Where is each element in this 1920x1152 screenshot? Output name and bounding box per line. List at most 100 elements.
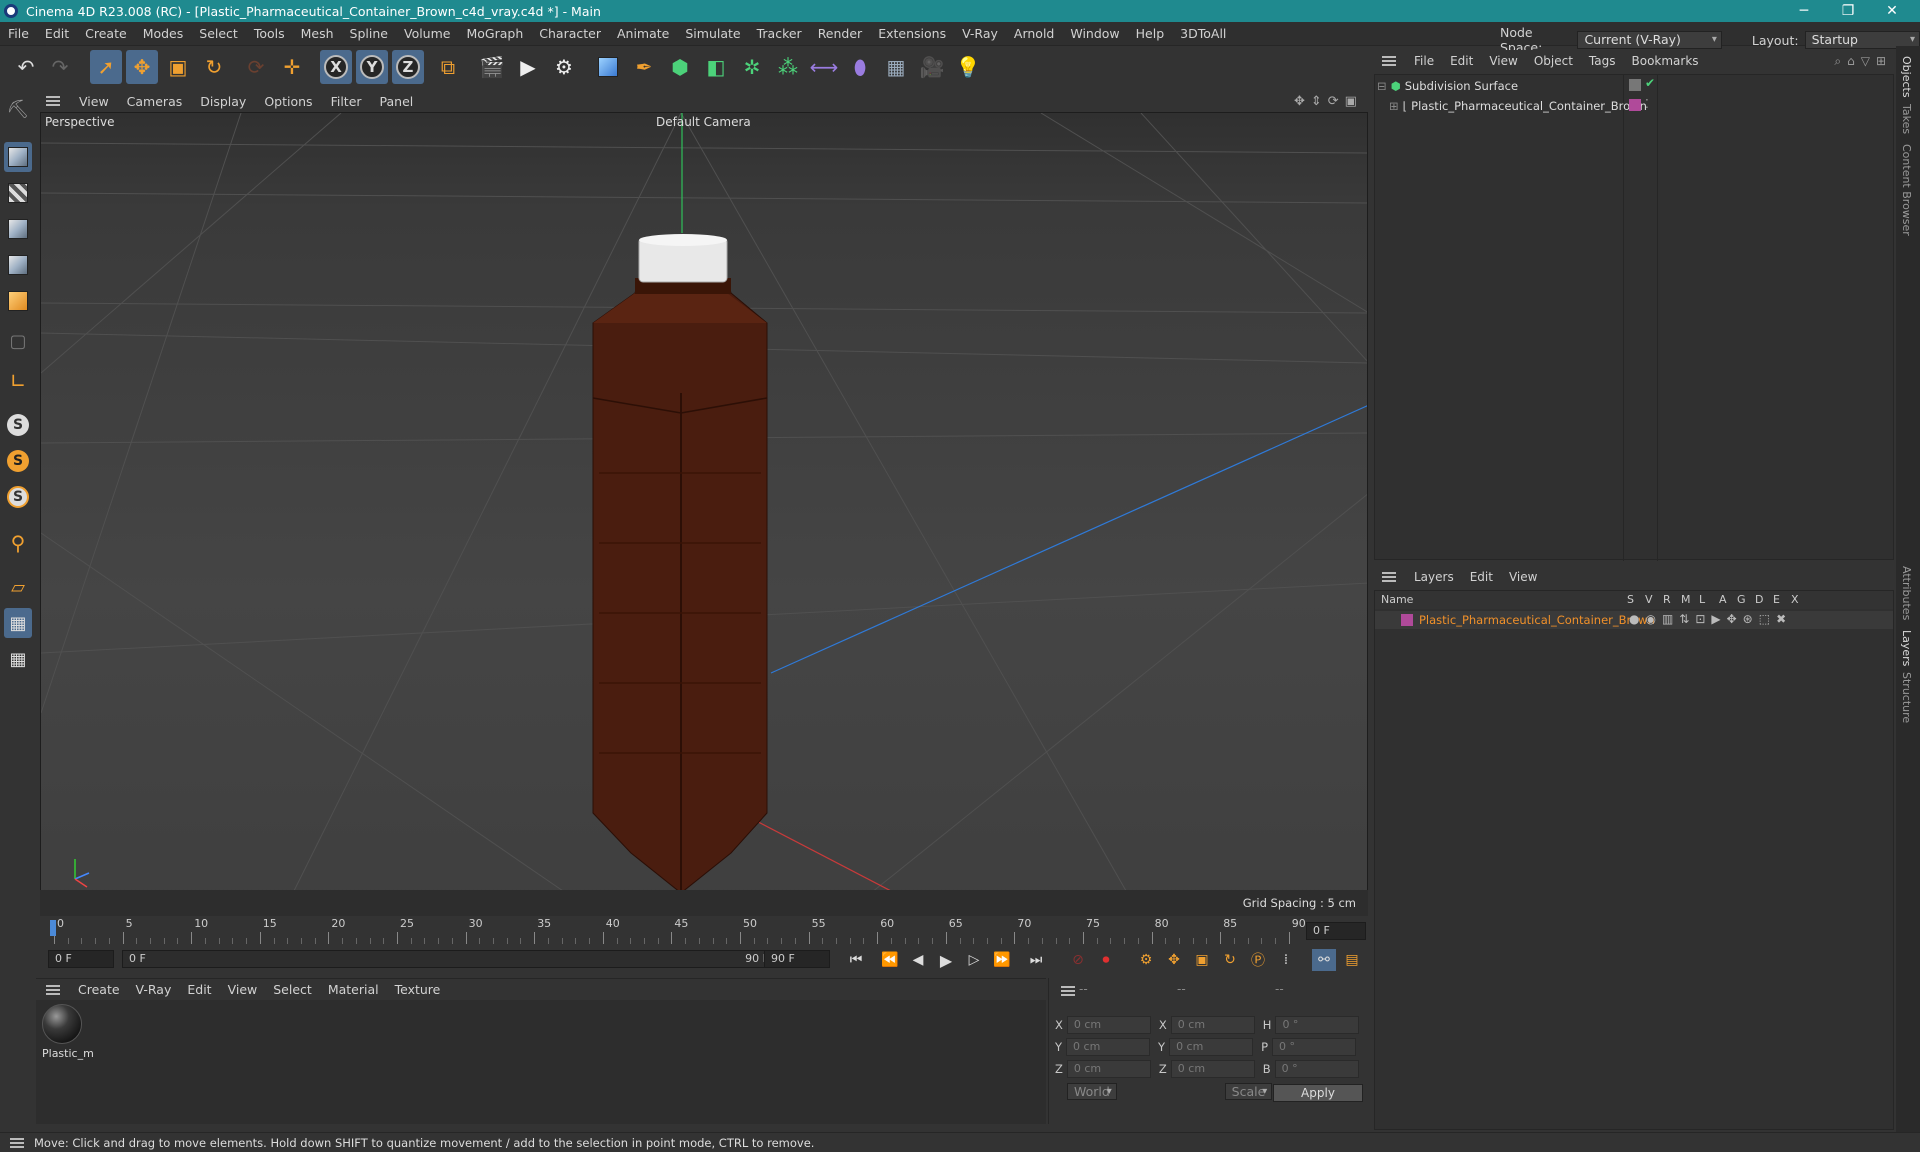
tree-row[interactable]: ⊞ ⌊ Plastic_Pharmaceutical_Container_Bro… bbox=[1389, 99, 1647, 113]
minimize-button[interactable]: ─ bbox=[1782, 0, 1826, 22]
key-rotation-icon[interactable]: ↻ bbox=[1218, 949, 1242, 971]
mat-menu-material[interactable]: Material bbox=[320, 982, 387, 997]
viewport-nav-icons[interactable]: ✥⇕⟳▣ bbox=[1294, 94, 1363, 109]
layer-name[interactable]: Plastic_Pharmaceutical_Container_Brown bbox=[1419, 613, 1655, 627]
menu-mograph[interactable]: MoGraph bbox=[458, 26, 531, 41]
viewport-menu-panel[interactable]: Panel bbox=[371, 94, 423, 109]
light-icon[interactable]: 💡 bbox=[952, 50, 984, 84]
extrude-icon[interactable]: ◧ bbox=[700, 50, 732, 84]
mat-menu-edit[interactable]: Edit bbox=[179, 982, 219, 997]
pos-y-field[interactable]: 0 cm bbox=[1066, 1038, 1151, 1056]
obj-menu-object[interactable]: Object bbox=[1526, 54, 1581, 68]
menu-mesh[interactable]: Mesh bbox=[293, 26, 342, 41]
size-x-field[interactable]: 0 cm bbox=[1170, 1016, 1255, 1034]
object-name[interactable]: Subdivision Surface bbox=[1405, 79, 1518, 93]
max-frame-field[interactable]: 90 F bbox=[764, 950, 830, 968]
layer-toggle-icons[interactable]: ●◉▥⇅⊡▶✥⊛⬚✖ bbox=[1629, 612, 1792, 626]
goto-end-icon[interactable]: ⏭ bbox=[1024, 949, 1048, 971]
menu-help[interactable]: Help bbox=[1128, 26, 1173, 41]
mograph-cloner-icon[interactable]: ✲ bbox=[736, 50, 768, 84]
viewport-menu-cameras[interactable]: Cameras bbox=[118, 94, 192, 109]
status-menu-icon[interactable] bbox=[10, 1137, 24, 1148]
material-item[interactable]: Plastic_m bbox=[42, 1004, 94, 1060]
grid-icon[interactable]: ▦ bbox=[4, 608, 32, 638]
uv-mode-icon[interactable]: ▢ bbox=[4, 326, 32, 356]
visibility-dots-icon[interactable]: ⁚ bbox=[1645, 97, 1649, 111]
menu-render[interactable]: Render bbox=[810, 26, 871, 41]
x-axis-lock[interactable]: X bbox=[320, 50, 352, 84]
tree-row[interactable]: ⊟ ⬢ Subdivision Surface bbox=[1377, 79, 1518, 93]
menu-tools[interactable]: Tools bbox=[246, 26, 293, 41]
floor-icon[interactable]: ▦ bbox=[880, 50, 912, 84]
array-icon[interactable]: ⁂ bbox=[772, 50, 804, 84]
menu-create[interactable]: Create bbox=[77, 26, 135, 41]
menu-spline[interactable]: Spline bbox=[342, 26, 396, 41]
polygons-mode-icon[interactable] bbox=[4, 286, 32, 316]
mat-menu-texture[interactable]: Texture bbox=[387, 982, 449, 997]
viewport-menu-options[interactable]: Options bbox=[255, 94, 321, 109]
layer-menu-edit[interactable]: Edit bbox=[1462, 570, 1501, 584]
goto-start-icon[interactable]: ⏮ bbox=[844, 949, 868, 971]
col-x[interactable]: X bbox=[1791, 593, 1799, 606]
size-y-field[interactable]: 0 cm bbox=[1169, 1038, 1254, 1056]
move-tool-icon[interactable]: ✥ bbox=[126, 50, 158, 84]
scale-tool-icon[interactable]: ▣ bbox=[162, 50, 194, 84]
timeline-window-icon[interactable]: ▤ bbox=[1340, 949, 1364, 971]
layer-row[interactable]: Plastic_Pharmaceutical_Container_Brown ●… bbox=[1375, 611, 1893, 629]
3d-viewport[interactable]: Perspective Default Camera bbox=[40, 112, 1368, 916]
mat-menu-view[interactable]: View bbox=[220, 982, 266, 997]
coord-system-dropdown[interactable]: World bbox=[1067, 1083, 1117, 1100]
model-mode-icon[interactable] bbox=[4, 142, 32, 172]
layer-menu-view[interactable]: View bbox=[1501, 570, 1545, 584]
rotate-tool-icon[interactable]: ↻ bbox=[198, 50, 230, 84]
tab-structure[interactable]: Structure bbox=[1900, 672, 1913, 723]
edges-mode-icon[interactable] bbox=[4, 250, 32, 280]
texture-mode-icon[interactable] bbox=[4, 178, 32, 208]
coordinate-system-icon[interactable]: ⧉ bbox=[432, 50, 464, 84]
render-to-picture-viewer-icon[interactable]: ▶ bbox=[512, 50, 544, 84]
viewport-menu-icon[interactable] bbox=[46, 96, 60, 106]
obj-menu-view[interactable]: View bbox=[1481, 54, 1525, 68]
timeline-ruler[interactable]: 0 5 10 15 20 25 30 35 40 45 50 55 60 65 70 75 80 85 90 0 F bbox=[36, 916, 1368, 946]
object-name[interactable]: Plastic_Pharmaceutical_Container_Brown bbox=[1411, 99, 1647, 113]
obj-menu-file[interactable]: File bbox=[1406, 54, 1442, 68]
obj-menu-edit[interactable]: Edit bbox=[1442, 54, 1481, 68]
rot-h-field[interactable]: 0 ° bbox=[1275, 1016, 1360, 1034]
tab-layers[interactable]: Layers bbox=[1900, 630, 1913, 666]
layer-color-swatch[interactable] bbox=[1401, 614, 1413, 626]
snap-settings-icon[interactable]: S bbox=[4, 446, 32, 476]
expand-icon[interactable]: ⊞ bbox=[1389, 99, 1399, 113]
material-menu-icon[interactable] bbox=[46, 984, 60, 995]
render-settings-icon[interactable]: ⚙ bbox=[548, 50, 580, 84]
menu-tracker[interactable]: Tracker bbox=[749, 26, 810, 41]
next-frame-icon[interactable]: ▷ bbox=[962, 949, 986, 971]
camera-icon[interactable]: 🎥 bbox=[916, 50, 948, 84]
tab-takes[interactable]: Takes bbox=[1900, 104, 1913, 134]
viewport-menu-display[interactable]: Display bbox=[191, 94, 255, 109]
magnet-icon[interactable]: ⚲ bbox=[4, 528, 32, 558]
menu-vray[interactable]: V-Ray bbox=[954, 26, 1006, 41]
object-menu-icon[interactable] bbox=[1382, 56, 1396, 66]
node-space-dropdown[interactable]: Current (V-Ray) bbox=[1577, 31, 1722, 49]
col-l[interactable]: L bbox=[1699, 593, 1705, 606]
redo-icon[interactable]: ↷ bbox=[44, 50, 76, 84]
col-s[interactable]: S bbox=[1627, 593, 1634, 606]
motion-system-icon[interactable]: ⚯ bbox=[1312, 949, 1336, 971]
layer-menu-layers[interactable]: Layers bbox=[1406, 570, 1462, 584]
autokey-icon[interactable]: ⏺ bbox=[1094, 949, 1118, 971]
key-position-icon[interactable]: ✥ bbox=[1162, 949, 1186, 971]
field-icon[interactable]: ⬮ bbox=[844, 50, 876, 84]
z-axis-lock[interactable]: Z bbox=[392, 50, 424, 84]
layer-color-swatch[interactable] bbox=[1629, 99, 1641, 111]
col-g[interactable]: G bbox=[1737, 593, 1746, 606]
workplane-snap-icon[interactable]: S bbox=[4, 482, 32, 512]
menu-arnold[interactable]: Arnold bbox=[1006, 26, 1062, 41]
cube-primitive-icon[interactable] bbox=[592, 50, 624, 84]
undo-icon[interactable]: ↶ bbox=[10, 50, 42, 84]
menu-window[interactable]: Window bbox=[1062, 26, 1127, 41]
spline-pen-icon[interactable]: ✒ bbox=[628, 50, 660, 84]
size-mode-dropdown[interactable]: Scale bbox=[1224, 1083, 1273, 1100]
workplane-icon[interactable]: ▱ bbox=[4, 572, 32, 602]
obj-menu-tags[interactable]: Tags bbox=[1581, 54, 1624, 68]
rot-b-field[interactable]: 0 ° bbox=[1274, 1060, 1359, 1078]
